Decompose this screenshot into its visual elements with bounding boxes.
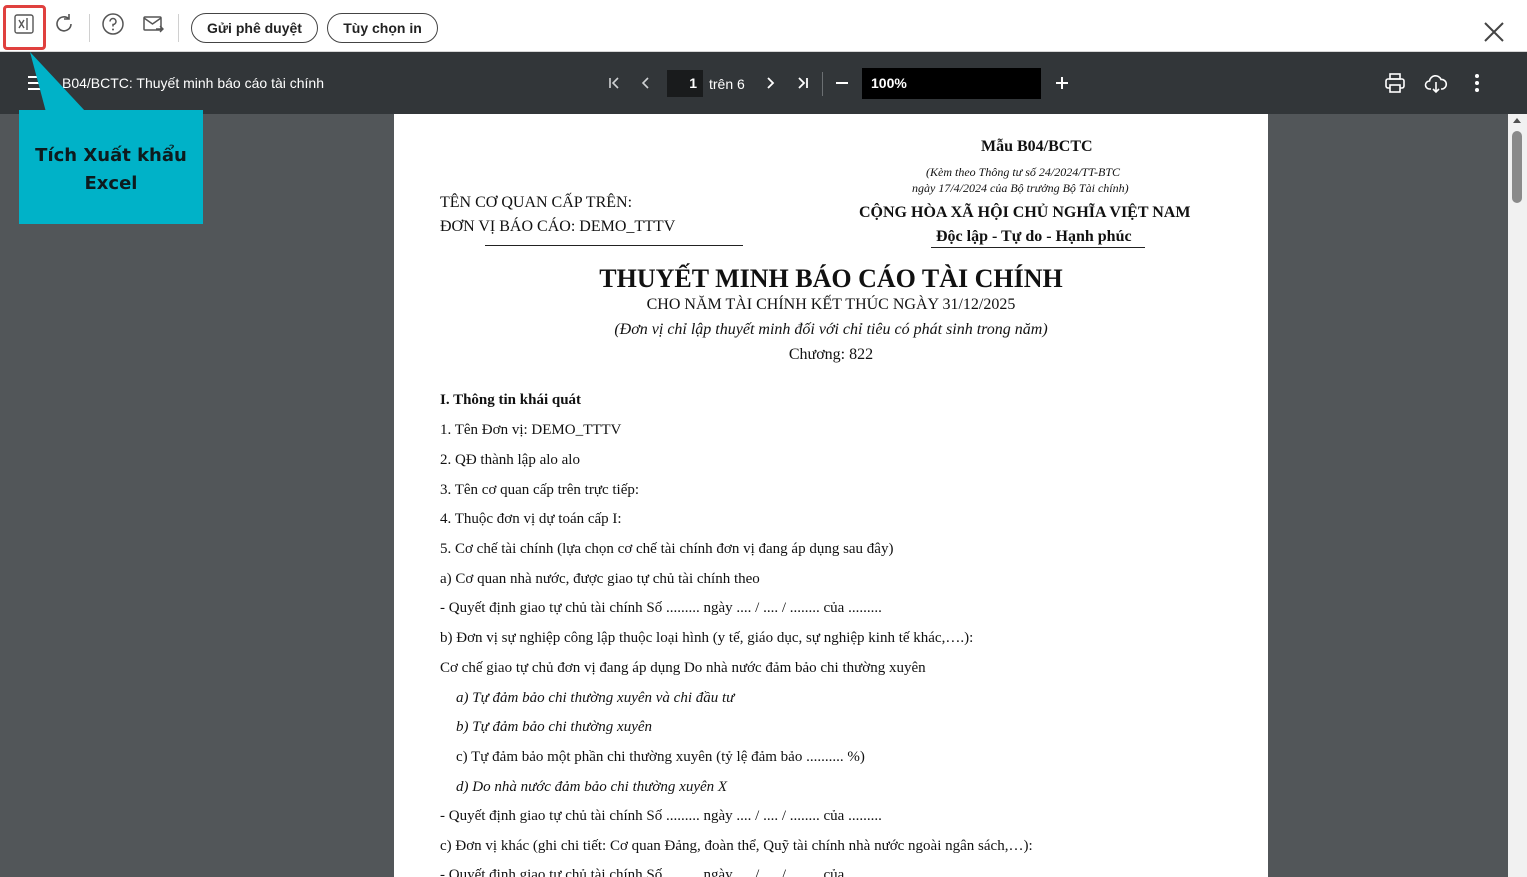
previous-page-icon[interactable] bbox=[634, 71, 658, 95]
document-line: - Quyết định giao tự chủ tài chính Số ..… bbox=[440, 867, 882, 877]
menu-icon[interactable] bbox=[28, 76, 48, 92]
report-subtitle: CHO NĂM TÀI CHÍNH KẾT THÚC NGÀY 31/12/20… bbox=[646, 296, 1016, 313]
document-line: - Quyết định giao tự chủ tài chính Số ..… bbox=[440, 600, 882, 616]
document-line: 3. Tên cơ quan cấp trên trực tiếp: bbox=[440, 482, 640, 498]
document-line: c) Đơn vị khác (ghi chi tiết: Cơ quan Đả… bbox=[440, 838, 1033, 854]
callout-line: Excel bbox=[84, 173, 138, 194]
document-viewport[interactable]: Mẫu B04/BCTC (Kèm theo Thông tư số 24/20… bbox=[0, 114, 1508, 877]
scroll-thumb[interactable] bbox=[1512, 131, 1522, 203]
document-line: 1. Tên Đơn vị: DEMO_TTTV bbox=[440, 422, 622, 438]
excel-export-icon[interactable] bbox=[10, 10, 38, 38]
section-heading: I. Thông tin khái quát bbox=[440, 392, 582, 408]
reporting-unit: ĐƠN VỊ BÁO CÁO: DEMO_TTTV bbox=[440, 218, 676, 235]
callout-line: Tích Xuất khẩu bbox=[35, 145, 187, 166]
first-page-icon[interactable] bbox=[602, 71, 626, 95]
close-icon[interactable] bbox=[1479, 17, 1509, 47]
callout-annotation: Tích Xuất khẩu Excel bbox=[19, 110, 203, 224]
document-line: 5. Cơ chế tài chính (lựa chọn cơ chế tài… bbox=[440, 541, 894, 557]
toolbar-divider bbox=[178, 14, 179, 42]
help-icon[interactable] bbox=[99, 10, 127, 38]
document-title: B04/BCTC: Thuyết minh báo cáo tài chính bbox=[62, 75, 324, 91]
vertical-scrollbar[interactable] bbox=[1508, 114, 1527, 877]
page-number-input[interactable]: 1 bbox=[667, 70, 703, 97]
more-options-icon[interactable] bbox=[1465, 71, 1489, 95]
national-title: CỘNG HÒA XÃ HỘI CHỦ NGHĨA VIỆT NAM bbox=[859, 204, 1191, 221]
document-line: d) Do nhà nước đảm bảo chi thường xuyên … bbox=[456, 779, 728, 795]
report-title: THUYẾT MINH BÁO CÁO TÀI CHÍNH bbox=[599, 264, 1063, 293]
top-toolbar: Gửi phê duyệt Tùy chọn in bbox=[0, 0, 1527, 52]
document-page: Mẫu B04/BCTC (Kèm theo Thông tư số 24/20… bbox=[394, 114, 1268, 877]
document-line: 2. QĐ thành lập alo alo bbox=[440, 452, 580, 468]
form-note: (Kèm theo Thông tư số 24/2024/TT-BTC bbox=[926, 165, 1121, 179]
document-line: - Quyết định giao tự chủ tài chính Số ..… bbox=[440, 808, 882, 824]
page-count: trên 6 bbox=[709, 76, 745, 92]
form-note: ngày 17/4/2024 của Bộ trưởng Bộ Tài chín… bbox=[912, 181, 1129, 195]
document-line: 4. Thuộc đơn vị dự toán cấp I: bbox=[440, 511, 622, 527]
next-page-icon[interactable] bbox=[758, 71, 782, 95]
last-page-icon[interactable] bbox=[791, 71, 815, 95]
document-line: c) Tự đảm bảo một phần chi thường xuyên … bbox=[456, 749, 865, 765]
refresh-icon[interactable] bbox=[50, 10, 78, 38]
viewer-toolbar: B04/BCTC: Thuyết minh báo cáo tài chính … bbox=[0, 52, 1527, 114]
zoom-in-icon[interactable] bbox=[1050, 71, 1074, 95]
form-code: Mẫu B04/BCTC bbox=[981, 138, 1093, 155]
mail-icon[interactable] bbox=[139, 10, 167, 38]
print-options-button[interactable]: Tùy chọn in bbox=[327, 13, 438, 43]
underline bbox=[485, 245, 743, 246]
underline bbox=[931, 247, 1145, 248]
document-line: b) Tự đảm bảo chi thường xuyên bbox=[456, 719, 653, 735]
document-line: b) Đơn vị sự nghiệp công lập thuộc loại … bbox=[440, 630, 974, 646]
national-motto: Độc lập - Tự do - Hạnh phúc bbox=[936, 228, 1132, 245]
toolbar-divider bbox=[89, 14, 90, 42]
document-line: Cơ chế giao tự chủ đơn vị đang áp dụng D… bbox=[440, 660, 926, 676]
viewer-divider bbox=[822, 72, 823, 96]
document-line: a) Cơ quan nhà nước, được giao tự chủ tà… bbox=[440, 571, 760, 587]
download-icon[interactable] bbox=[1424, 71, 1448, 95]
print-icon[interactable] bbox=[1383, 71, 1407, 95]
chapter-label: Chương: 822 bbox=[788, 346, 874, 363]
zoom-input[interactable]: 100% bbox=[862, 68, 1041, 99]
report-note: (Đơn vị chỉ lập thuyết minh đối với chỉ … bbox=[614, 321, 1048, 338]
zoom-out-icon[interactable] bbox=[830, 71, 854, 95]
parent-agency-label: TÊN CƠ QUAN CẤP TRÊN: bbox=[440, 194, 633, 211]
document-line: a) Tự đảm bảo chi thường xuyên và chi đầ… bbox=[456, 690, 735, 706]
send-approval-button[interactable]: Gửi phê duyệt bbox=[191, 13, 318, 43]
scroll-up-icon[interactable] bbox=[1513, 118, 1521, 123]
